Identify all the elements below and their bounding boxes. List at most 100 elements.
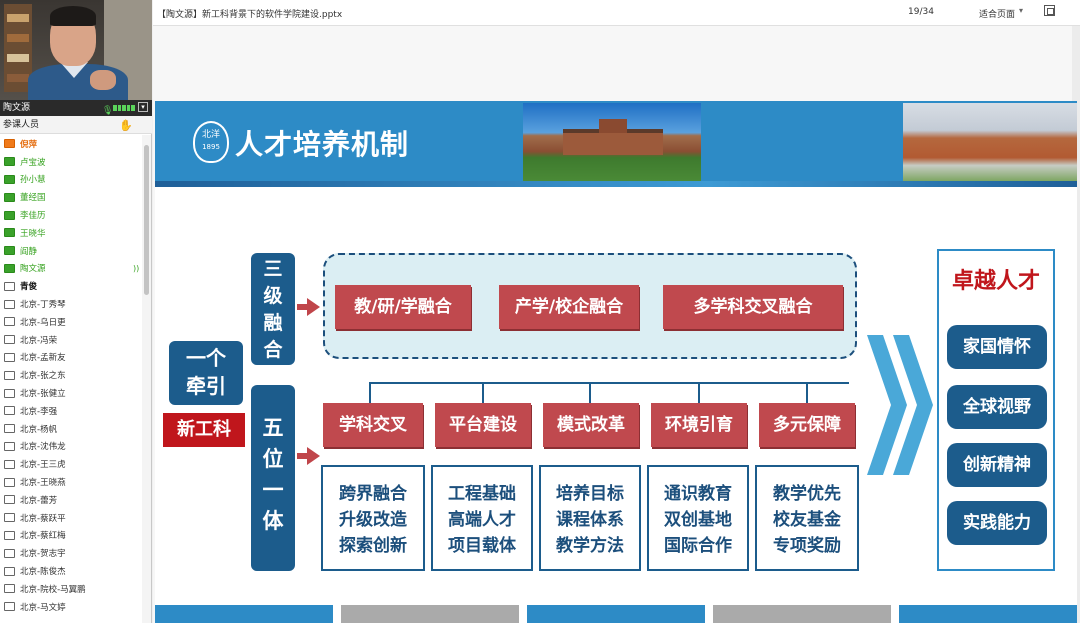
arrow-wu-icon: [307, 447, 320, 465]
presenter-name: 陶文源: [3, 103, 31, 113]
presenter-hair: [50, 6, 96, 26]
participant-row[interactable]: 阎静: [0, 242, 142, 260]
participant-row[interactable]: 北京-马文婷: [0, 598, 142, 616]
detail-3-2: 课程体系: [556, 510, 624, 530]
participant-row[interactable]: 北京-冯荣: [0, 331, 142, 349]
banner-underline: [155, 181, 1077, 187]
participant-name: 李佳历: [20, 211, 46, 222]
participant-row[interactable]: 北京-李强: [0, 402, 142, 420]
participant-row[interactable]: 倪萍: [0, 135, 142, 153]
participant-row[interactable]: 董经国: [0, 188, 142, 206]
participant-screen-icon: [4, 192, 15, 202]
presenter-name-bar: 陶文源 🎙 ▾: [0, 100, 152, 116]
participant-row[interactable]: 北京-贺志宇: [0, 544, 142, 562]
participant-list-scrollbar[interactable]: [142, 135, 151, 623]
document-viewer: 【陶文源】新工科背景下的软件学院建设.pptx 19/34 适合页面 ▾ 北洋 …: [153, 0, 1080, 623]
participant-name: 董经国: [20, 193, 46, 204]
mid-item-4: 环境引育: [651, 403, 747, 447]
participant-name: 北京-冯荣: [20, 335, 58, 346]
san-label: 三级融合: [263, 258, 283, 361]
raise-hand-icon[interactable]: ✋: [119, 117, 133, 135]
footer-bar-4: [713, 605, 891, 623]
outcome-panel: 卓越人才 家国情怀 全球视野 创新精神 实践能力: [937, 249, 1055, 571]
participant-name: 青俊: [20, 282, 38, 293]
participant-row[interactable]: 北京-沈伟龙: [0, 438, 142, 456]
detail-4-3: 国际合作: [664, 536, 732, 556]
participant-row[interactable]: 北京-院校-马翼鹏: [0, 580, 142, 598]
participant-name: 北京-张之东: [20, 371, 66, 382]
detail-1-3: 探索创新: [339, 536, 407, 556]
participant-name: 阎静: [20, 246, 38, 257]
participant-name: 孙小慧: [20, 175, 46, 186]
campus-photo-2: [903, 103, 1077, 181]
participant-name: 北京-李强: [20, 406, 58, 417]
participant-row[interactable]: 北京-蔡跃平: [0, 509, 142, 527]
participant-row[interactable]: 陶文源)): [0, 260, 142, 278]
participant-screen-icon: [4, 424, 15, 434]
logo-text: 北洋: [201, 130, 220, 140]
participant-row[interactable]: 卢宝波: [0, 153, 142, 171]
wu-wei-yi-ti-box: 五位一体: [251, 385, 295, 571]
mid-item-5: 多元保障: [759, 403, 855, 447]
connector-v5: [806, 382, 808, 403]
participant-row[interactable]: 王晓华: [0, 224, 142, 242]
detail-4-2: 双创基地: [664, 510, 732, 530]
detail-4-1: 通识教育: [664, 484, 732, 504]
participant-row[interactable]: 北京-蔡红梅: [0, 527, 142, 545]
participant-name: 北京-杨帆: [20, 424, 58, 435]
participant-screen-icon: [4, 281, 15, 291]
detail-5-3: 专项奖励: [773, 536, 841, 556]
participant-screen-icon: [4, 228, 15, 238]
participant-row[interactable]: 北京-蕾芳: [0, 491, 142, 509]
detail-2-3: 项目载体: [448, 536, 516, 556]
participant-name: 倪萍: [20, 139, 38, 150]
connector-v2: [482, 382, 484, 403]
participant-row[interactable]: 北京-王三虎: [0, 455, 142, 473]
fullscreen-icon[interactable]: [1044, 5, 1055, 16]
detail-2-1: 工程基础: [448, 484, 516, 504]
participant-list[interactable]: 倪萍 卢宝波 孙小慧 董经国 李佳历 王晓华 阎静 陶文源)) 青俊 北京-丁秀琴 北京-乌日更 北京…: [0, 135, 142, 623]
yige-label: 一个牵引: [186, 346, 226, 398]
arrow-san-bar: [297, 304, 307, 310]
detail-2-2: 高端人才: [448, 510, 516, 530]
chevron-down-icon[interactable]: ▾: [1019, 6, 1023, 15]
participant-name: 北京-贺志宇: [20, 549, 66, 560]
participant-name: 北京-蔡跃平: [20, 513, 66, 524]
participant-row[interactable]: 北京-孟新友: [0, 349, 142, 367]
participant-screen-icon: [4, 246, 15, 256]
participant-row[interactable]: 北京-杨帆: [0, 420, 142, 438]
participant-screen-icon: [4, 513, 15, 523]
participant-screen-icon: [4, 477, 15, 487]
participant-screen-icon: [4, 584, 15, 594]
participant-row[interactable]: 李佳历: [0, 206, 142, 224]
connector-top: [369, 382, 849, 384]
banner-block: [711, 103, 893, 181]
participant-row[interactable]: 孙小慧: [0, 171, 142, 189]
participant-row[interactable]: 北京-陈俊杰: [0, 562, 142, 580]
participant-screen-icon: [4, 299, 15, 309]
participant-screen-icon: [4, 317, 15, 327]
outcome-3: 创新精神: [947, 443, 1047, 487]
participant-row[interactable]: 北京-王晓燕: [0, 473, 142, 491]
video-options-dropdown-icon[interactable]: ▾: [138, 102, 148, 112]
scrollbar-thumb[interactable]: [144, 145, 149, 295]
participant-name: 北京-马文婷: [20, 602, 66, 613]
fit-mode-select[interactable]: 适合页面: [979, 7, 1015, 20]
participant-row[interactable]: 北京-张健立: [0, 384, 142, 402]
page-indicator[interactable]: 19/34: [908, 7, 934, 17]
footer-bar-3: [527, 605, 705, 623]
arrow-wu-bar: [297, 453, 307, 459]
participant-name: 王晓华: [20, 228, 46, 239]
participant-row[interactable]: 北京-丁秀琴: [0, 295, 142, 313]
participant-screen-icon: [4, 157, 15, 167]
participant-screen-icon: [4, 370, 15, 380]
participant-screen-icon: [4, 566, 15, 576]
detail-3-1: 培养目标: [556, 484, 624, 504]
presenter-hand: [90, 70, 116, 90]
participant-screen-icon: [4, 530, 15, 540]
viewer-toolbar: 【陶文源】新工科背景下的软件学院建设.pptx 19/34 适合页面 ▾: [153, 0, 1080, 26]
participant-screen-icon: [4, 548, 15, 558]
participant-row[interactable]: 北京-张之东: [0, 366, 142, 384]
participant-row[interactable]: 青俊: [0, 277, 142, 295]
participant-row[interactable]: 北京-乌日更: [0, 313, 142, 331]
